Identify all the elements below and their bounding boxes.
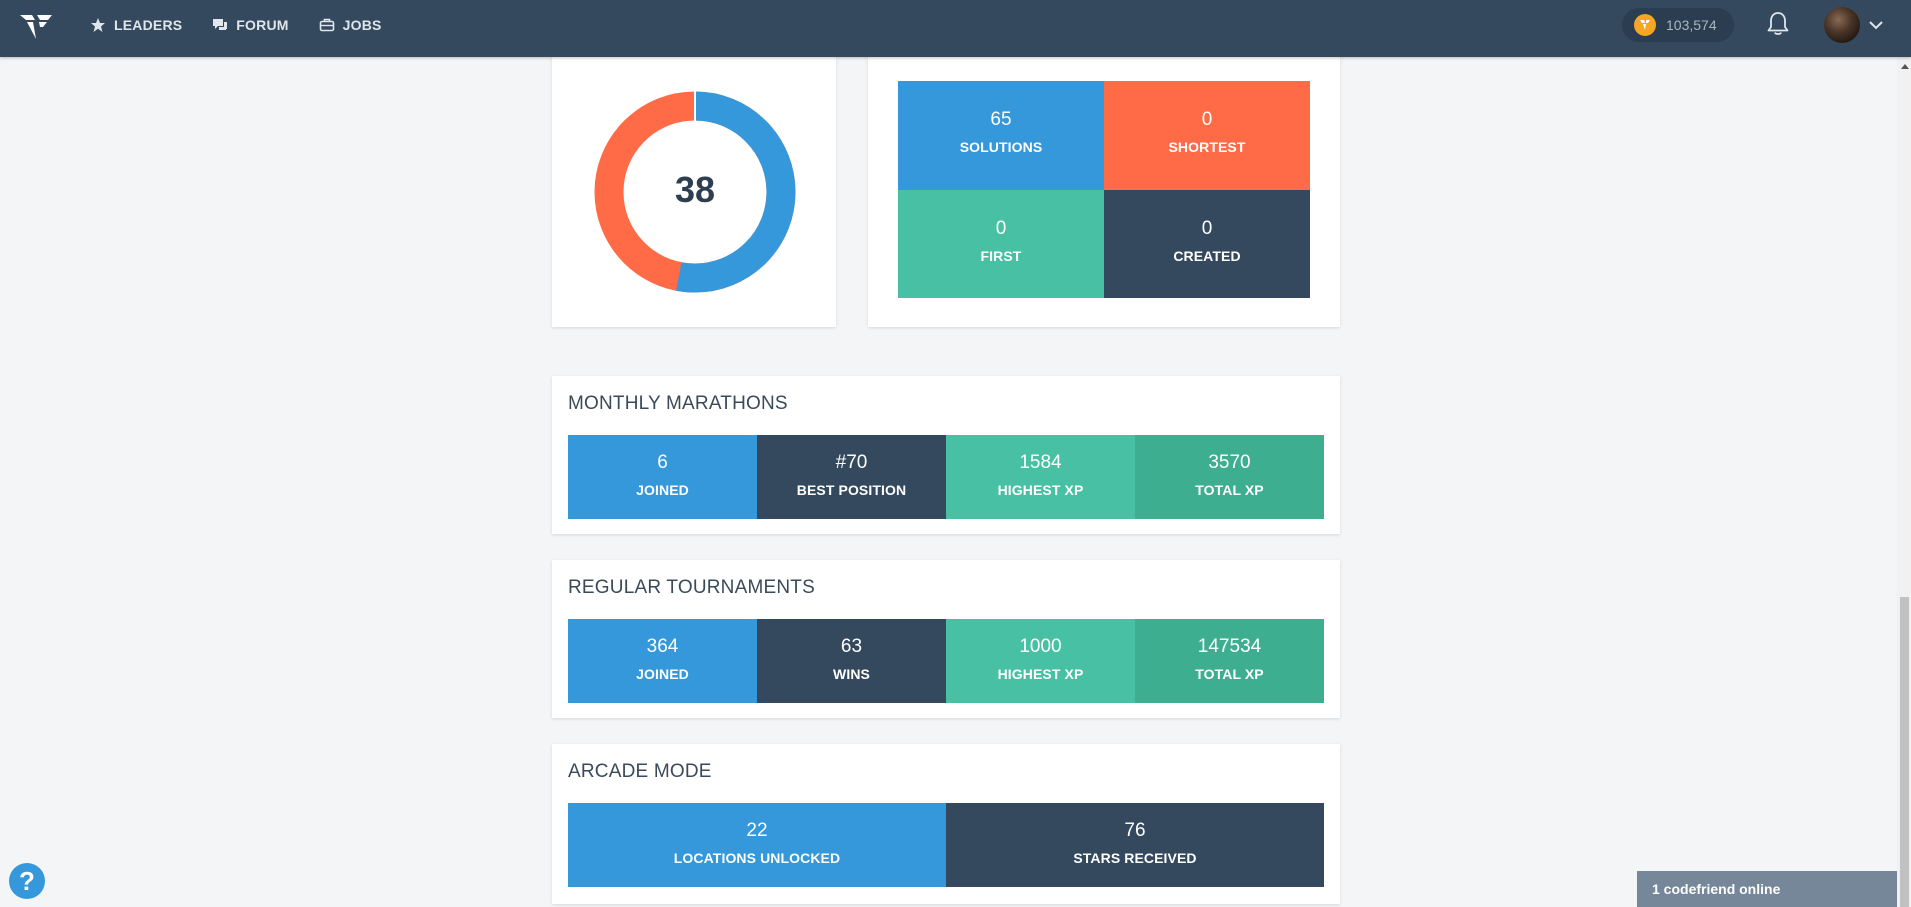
tile-tournament-total-xp: 147534 TOTAL XP xyxy=(1135,619,1324,703)
tile-label: TOTAL XP xyxy=(1195,666,1264,682)
star-icon xyxy=(91,18,105,32)
tile-value: #70 xyxy=(835,452,868,473)
nav-forum-label: FORUM xyxy=(236,17,289,33)
tile-label: WINS xyxy=(833,666,870,682)
site-logo-icon[interactable] xyxy=(18,11,54,43)
tile-value: 0 xyxy=(1201,109,1213,130)
tile-label: FIRST xyxy=(980,248,1022,264)
tile-value: 147534 xyxy=(1197,636,1262,657)
nav-leaders-link[interactable]: LEADERS xyxy=(90,17,182,33)
top-navigation-bar: LEADERS FORUM JOBS 103,574 xyxy=(0,0,1911,57)
arcade-card: ARCADE MODE 22 LOCATIONS UNLOCKED 76 STA… xyxy=(552,744,1340,904)
tile-label: JOINED xyxy=(636,666,689,682)
marathons-card: MONTHLY MARATHONS 6 JOINED #70 BEST POSI… xyxy=(552,376,1340,534)
tile-tournament-highest-xp: 1000 HIGHEST XP xyxy=(946,619,1135,703)
tile-created: 0 CREATED xyxy=(1104,190,1310,298)
tile-label: STARS RECEIVED xyxy=(1073,850,1197,866)
tile-marathon-best-position: #70 BEST POSITION xyxy=(757,435,946,519)
tile-value: 65 xyxy=(990,109,1012,130)
tile-tournament-joined: 364 JOINED xyxy=(568,619,757,703)
tile-label: JOINED xyxy=(636,482,689,498)
nav-forum-link[interactable]: FORUM xyxy=(212,17,288,33)
tile-marathon-total-xp: 3570 TOTAL XP xyxy=(1135,435,1324,519)
tile-label: CREATED xyxy=(1173,248,1241,264)
tile-tournament-wins: 63 WINS xyxy=(757,619,946,703)
tile-label: TOTAL XP xyxy=(1195,482,1264,498)
scroll-up-arrow-icon[interactable] xyxy=(1901,64,1909,69)
tile-value: 22 xyxy=(746,820,768,841)
user-avatar[interactable] xyxy=(1824,7,1860,43)
tile-label: SHORTEST xyxy=(1168,139,1246,155)
tile-label: HIGHEST XP xyxy=(997,482,1084,498)
arcade-title: ARCADE MODE xyxy=(568,761,712,782)
tile-marathon-joined: 6 JOINED xyxy=(568,435,757,519)
chevron-down-icon[interactable] xyxy=(1868,17,1884,33)
tile-value: 3570 xyxy=(1208,452,1251,473)
tournaments-title: REGULAR TOURNAMENTS xyxy=(568,577,815,598)
puzzles-donut: 38 xyxy=(592,89,798,295)
tile-value: 1584 xyxy=(1019,452,1062,473)
tile-value: 0 xyxy=(1201,218,1213,239)
briefcase-icon xyxy=(319,18,334,32)
tile-label: HIGHEST XP xyxy=(997,666,1084,682)
page-scrollbar-thumb[interactable] xyxy=(1900,597,1909,907)
tile-marathon-highest-xp: 1584 HIGHEST XP xyxy=(946,435,1135,519)
tile-label: BEST POSITION xyxy=(796,482,907,498)
main-nav: LEADERS FORUM JOBS xyxy=(90,0,382,50)
nav-jobs-label: JOBS xyxy=(342,17,382,33)
solutions-card: 65 SOLUTIONS 0 SHORTEST 0 FIRST 0 CREATE… xyxy=(868,44,1340,327)
tile-label: SOLUTIONS xyxy=(959,139,1043,155)
tile-solutions: 65 SOLUTIONS xyxy=(898,81,1104,190)
coins-counter[interactable]: 103,574 xyxy=(1622,8,1734,42)
coins-value: 103,574 xyxy=(1666,17,1717,33)
tile-first: 0 FIRST xyxy=(898,190,1104,298)
tile-shortest: 0 SHORTEST xyxy=(1104,81,1310,190)
tile-arcade-locations: 22 LOCATIONS UNLOCKED xyxy=(568,803,946,887)
tile-value: 6 xyxy=(657,452,668,473)
tile-value: 0 xyxy=(995,218,1007,239)
help-button[interactable]: ? xyxy=(9,863,45,899)
puzzles-card: 38 xyxy=(552,44,836,327)
tile-value: 63 xyxy=(840,636,863,657)
chat-bubbles-icon xyxy=(213,19,228,30)
notification-bell-icon[interactable] xyxy=(1766,11,1790,37)
tile-value: 364 xyxy=(646,636,679,657)
codefriends-online-bar[interactable]: 1 codefriend online xyxy=(1637,871,1897,907)
tile-label: LOCATIONS UNLOCKED xyxy=(673,850,841,866)
tournaments-card: REGULAR TOURNAMENTS 364 JOINED 63 WINS 1… xyxy=(552,560,1340,718)
tile-value: 76 xyxy=(1124,820,1146,841)
coin-icon xyxy=(1634,14,1656,36)
nav-jobs-link[interactable]: JOBS xyxy=(319,17,382,33)
tile-arcade-stars: 76 STARS RECEIVED xyxy=(946,803,1324,887)
tile-value: 1000 xyxy=(1019,636,1062,657)
nav-leaders-label: LEADERS xyxy=(114,17,183,33)
marathons-title: MONTHLY MARATHONS xyxy=(568,393,788,414)
donut-center-value: 38 xyxy=(674,169,716,210)
